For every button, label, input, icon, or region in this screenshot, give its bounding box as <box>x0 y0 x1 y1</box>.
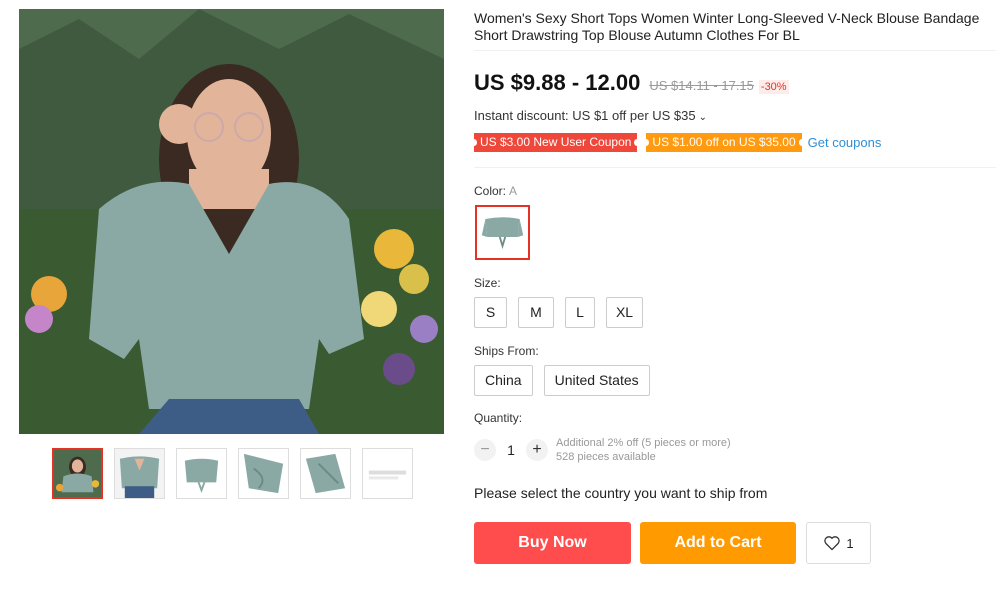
quantity-value[interactable]: 1 <box>496 442 526 458</box>
thumbnail-4[interactable] <box>238 448 289 499</box>
size-option-s[interactable]: S <box>474 297 507 328</box>
quantity-stepper: − 1 + Additional 2% off (5 pieces or mor… <box>474 436 731 464</box>
original-price: US $14.11 - 17.15 <box>649 78 754 93</box>
thumbnail-3[interactable] <box>176 448 227 499</box>
color-label-text: Color: <box>474 184 507 198</box>
shipping-message: Please select the country you want to sh… <box>474 485 768 501</box>
quantity-decrease-button[interactable]: − <box>474 439 496 461</box>
thumbnail-2[interactable] <box>114 448 165 499</box>
ship-option-united-states[interactable]: United States <box>543 365 650 396</box>
divider <box>474 50 996 51</box>
bulk-discount-note: Additional 2% off (5 pieces or more) <box>556 437 731 449</box>
coupon-row: US $3.00 New User Coupon US $1.00 off on… <box>470 133 882 152</box>
thumbnail-6[interactable] <box>362 448 413 499</box>
ship-option-china[interactable]: China <box>474 365 533 396</box>
current-price: US $9.88 - 12.00 <box>474 70 641 95</box>
wishlist-count: 1 <box>846 535 854 551</box>
wishlist-button[interactable]: 1 <box>806 522 871 564</box>
quantity-increase-button[interactable]: + <box>526 439 548 461</box>
color-option-a[interactable] <box>475 205 530 260</box>
chevron-down-icon: ⌄ <box>698 112 708 123</box>
size-label: Size: <box>474 276 501 290</box>
product-photo <box>19 9 444 434</box>
color-label: Color: A <box>474 184 517 198</box>
store-coupon[interactable]: US $1.00 off on US $35.00 <box>643 133 805 152</box>
quantity-label: Quantity: <box>474 411 523 425</box>
get-coupons-link[interactable]: Get coupons <box>808 135 882 150</box>
product-title: Women's Sexy Short Tops Women Winter Lon… <box>474 10 980 43</box>
ships-from-options: China United States <box>474 365 650 396</box>
buy-now-button[interactable]: Buy Now <box>474 522 631 564</box>
divider <box>474 167 996 168</box>
size-option-m[interactable]: M <box>518 297 554 328</box>
size-options: S M L XL <box>474 297 643 328</box>
quantity-info: Additional 2% off (5 pieces or more) 528… <box>556 436 731 464</box>
size-option-l[interactable]: L <box>565 297 595 328</box>
thumbnail-strip <box>52 448 413 499</box>
instant-discount-text: Instant discount: US $1 off per US $35 <box>474 108 696 123</box>
size-option-xl[interactable]: XL <box>606 297 643 328</box>
instant-discount[interactable]: Instant discount: US $1 off per US $35 ⌄ <box>474 108 707 123</box>
heart-icon <box>824 536 841 551</box>
add-to-cart-button[interactable]: Add to Cart <box>640 522 796 564</box>
stock-available: 528 pieces available <box>556 451 656 463</box>
ships-from-label: Ships From: <box>474 344 539 358</box>
thumbnail-1[interactable] <box>52 448 103 499</box>
new-user-coupon[interactable]: US $3.00 New User Coupon <box>470 133 641 152</box>
price-row: US $9.88 - 12.00 US $14.11 - 17.15 -30% <box>474 70 789 96</box>
color-selected-value: A <box>509 184 518 198</box>
discount-badge: -30% <box>758 80 789 94</box>
thumbnail-5[interactable] <box>300 448 351 499</box>
main-product-image[interactable] <box>19 9 444 434</box>
